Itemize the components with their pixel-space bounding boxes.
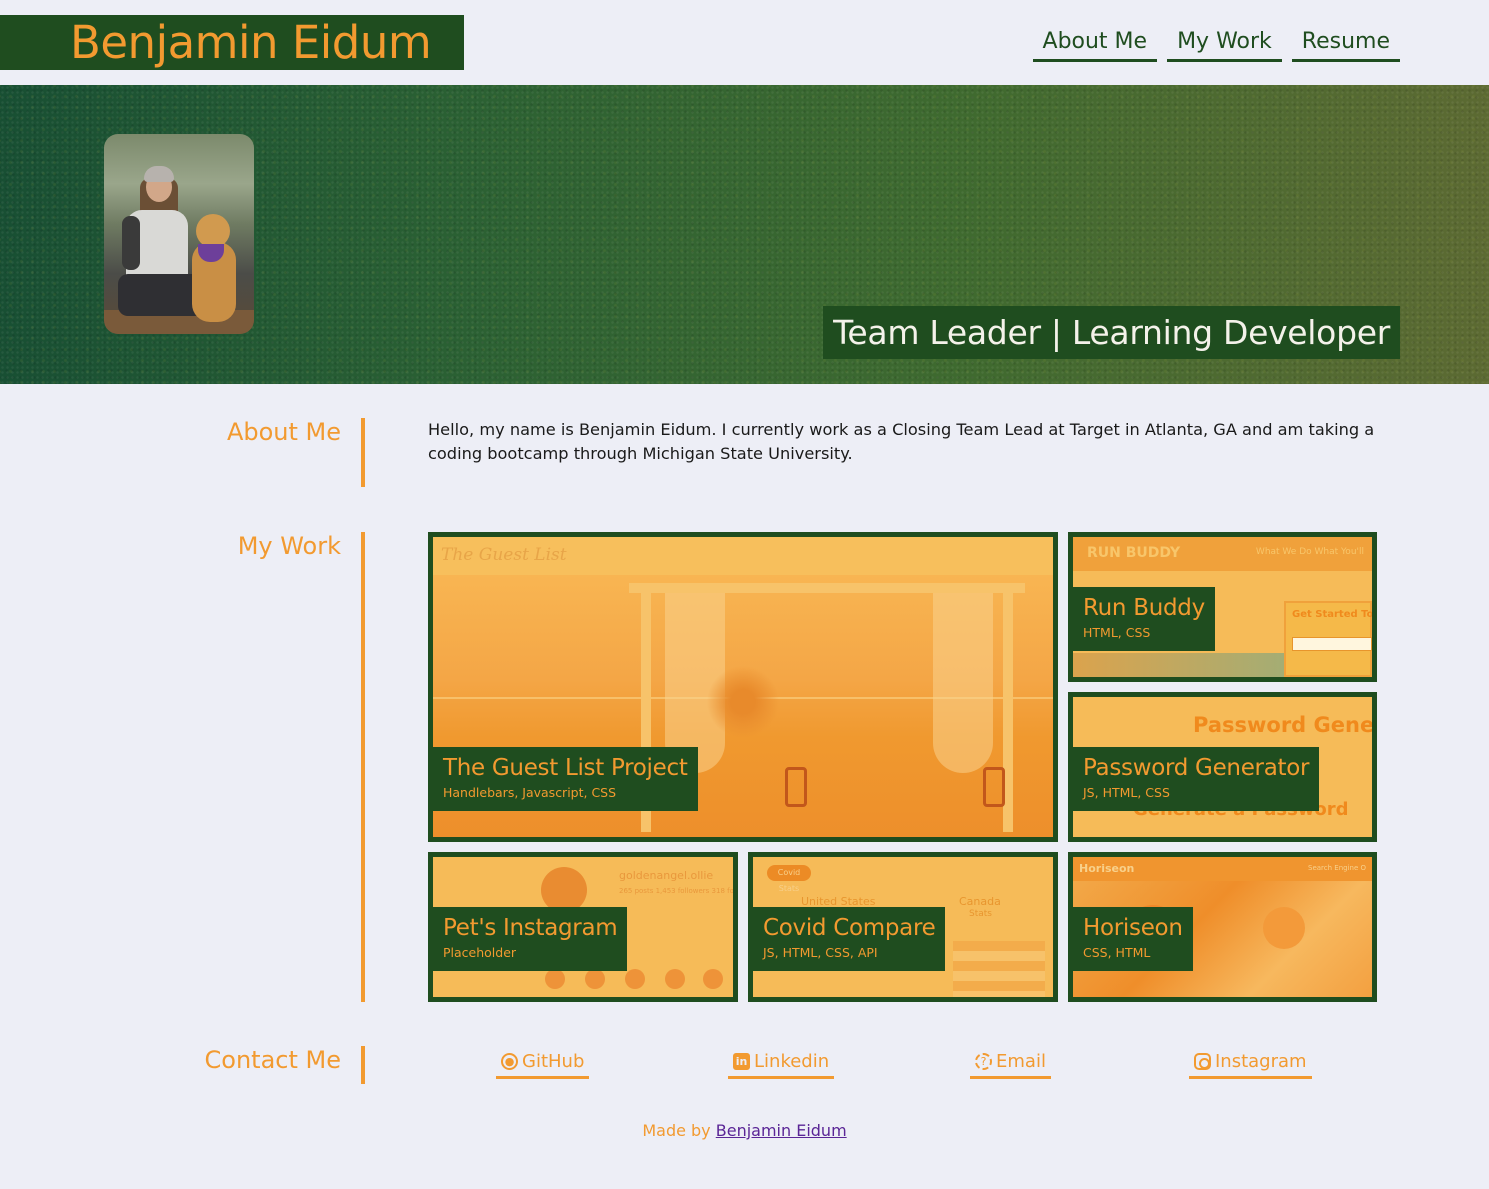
project-tech: Handlebars, Javascript, CSS bbox=[443, 785, 617, 800]
project-card-covid-compare[interactable]: Covid Stats United States Canada Stats C… bbox=[748, 852, 1058, 1002]
project-name: Run Buddy bbox=[1083, 595, 1205, 621]
project-tech: JS, HTML, CSS bbox=[1083, 785, 1170, 800]
hero-banner: Team Leader | Learning Developer bbox=[0, 85, 1489, 384]
github-icon: ● bbox=[501, 1053, 518, 1070]
work-heading: My Work bbox=[0, 532, 365, 1002]
instagram-icon bbox=[1194, 1053, 1211, 1070]
project-card-run-buddy[interactable]: RUN BUDDY What We Do What You'll Get Sta… bbox=[1068, 532, 1377, 682]
project-label: The Guest List Project Handlebars, Javas… bbox=[433, 747, 698, 811]
contact-label: Email bbox=[996, 1051, 1046, 1072]
site-header: Benjamin Eidum About Me My Work Resume bbox=[0, 0, 1489, 85]
contact-label: Linkedin bbox=[754, 1051, 830, 1072]
contact-heading: Contact Me bbox=[0, 1046, 365, 1084]
project-label: Horiseon CSS, HTML bbox=[1073, 907, 1193, 971]
footer-prefix: Made by bbox=[642, 1121, 711, 1140]
about-heading: About Me bbox=[0, 418, 365, 487]
nav-resume[interactable]: Resume bbox=[1291, 28, 1400, 62]
email-icon: ? bbox=[975, 1053, 992, 1070]
project-label: Covid Compare JS, HTML, CSS, API bbox=[753, 907, 946, 971]
contact-github-link[interactable]: ● GitHub bbox=[496, 1051, 590, 1079]
project-card-password-generator[interactable]: Password Genera Generate a Password Pass… bbox=[1068, 692, 1377, 842]
project-card-horiseon[interactable]: Horiseon Search Engine O Horiseon CSS, H… bbox=[1068, 852, 1377, 1002]
project-card-guest-list[interactable]: The Guest List The Guest List Project Ha… bbox=[428, 532, 1058, 842]
footer-author-link[interactable]: Benjamin Eidum bbox=[716, 1121, 847, 1140]
nav-about-me[interactable]: About Me bbox=[1032, 28, 1158, 62]
project-name: Password Generator bbox=[1083, 755, 1310, 781]
project-name: Pet's Instagram bbox=[443, 915, 618, 941]
site-title: Benjamin Eidum bbox=[0, 15, 464, 70]
project-tech: HTML, CSS bbox=[1083, 625, 1151, 640]
project-card-pets-instagram[interactable]: goldenangel.ollie 265 posts 1,453 follow… bbox=[428, 852, 738, 1002]
linkedin-icon: in bbox=[733, 1053, 750, 1070]
footer: Made by Benjamin Eidum bbox=[0, 1121, 1489, 1140]
hero-tagline: Team Leader | Learning Developer bbox=[823, 306, 1400, 359]
project-name: Horiseon bbox=[1083, 915, 1183, 941]
project-label: Pet's Instagram Placeholder bbox=[433, 907, 628, 971]
profile-photo bbox=[104, 134, 254, 334]
contact-email-link[interactable]: ? Email bbox=[970, 1051, 1051, 1079]
contact-instagram-link[interactable]: Instagram bbox=[1189, 1051, 1312, 1079]
project-label: Run Buddy HTML, CSS bbox=[1073, 587, 1215, 651]
project-name: Covid Compare bbox=[763, 915, 936, 941]
project-tech: Placeholder bbox=[443, 945, 517, 960]
contact-label: GitHub bbox=[522, 1051, 585, 1072]
about-text: Hello, my name is Benjamin Eidum. I curr… bbox=[428, 420, 1375, 463]
nav-my-work[interactable]: My Work bbox=[1167, 28, 1282, 62]
project-tech: JS, HTML, CSS, API bbox=[763, 945, 878, 960]
contact-linkedin-link[interactable]: in Linkedin bbox=[728, 1051, 835, 1079]
main-nav: About Me My Work Resume bbox=[1032, 28, 1400, 62]
project-tech: CSS, HTML bbox=[1083, 945, 1151, 960]
contact-label: Instagram bbox=[1215, 1051, 1307, 1072]
project-name: The Guest List Project bbox=[443, 755, 688, 781]
project-label: Password Generator JS, HTML, CSS bbox=[1073, 747, 1320, 811]
